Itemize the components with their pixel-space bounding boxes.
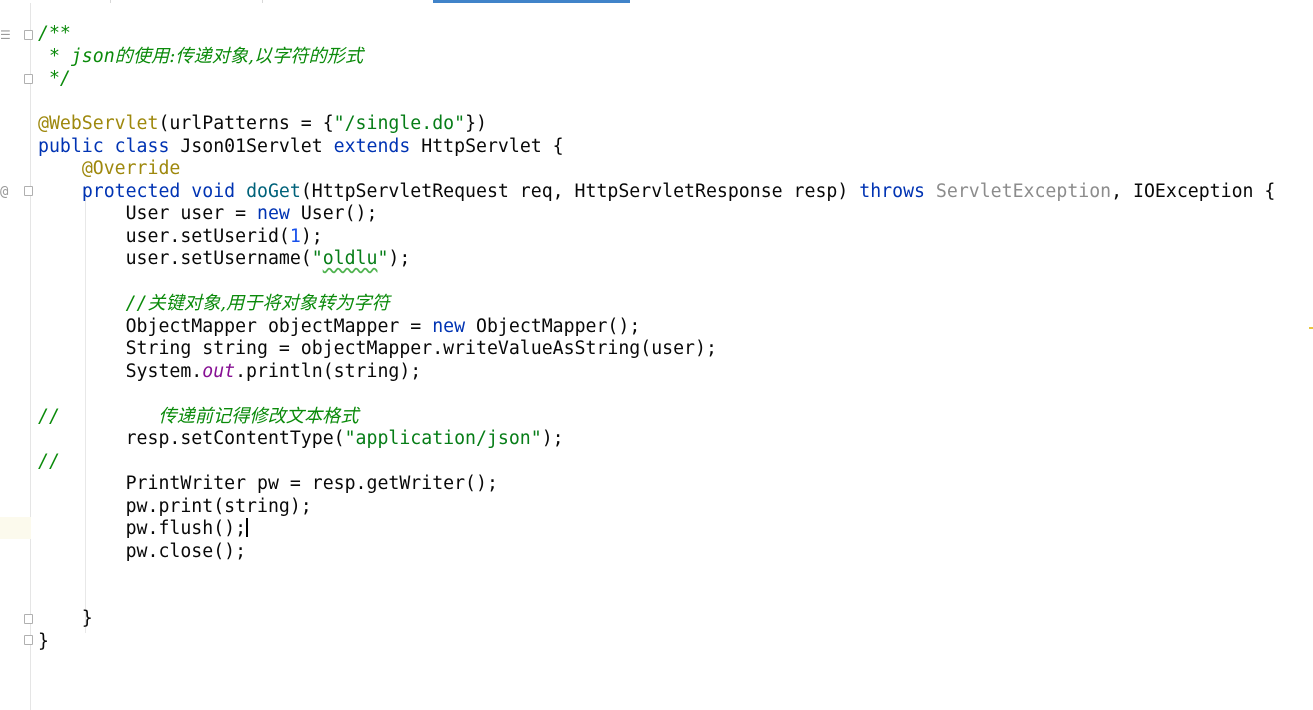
code-token: resp.setContentType( [38, 428, 345, 449]
code-token: public class [38, 135, 181, 157]
code-token: } [38, 608, 93, 629]
code-line[interactable]: // [38, 451, 1275, 474]
code-line[interactable]: } [38, 631, 1275, 654]
code-line[interactable]: user.setUserid(1); [38, 226, 1275, 249]
code-token: oldlu [322, 248, 378, 269]
fold-toggle-doc-comment[interactable] [24, 30, 33, 40]
code-token: System. [38, 360, 203, 382]
code-token: User user = [38, 203, 257, 224]
code-token: "application/json" [344, 428, 542, 449]
code-token: pw.flush(); [38, 518, 247, 539]
code-token: user.setUsername( [38, 248, 312, 269]
code-token: * json [38, 45, 115, 67]
code-token: HttpServlet { [421, 135, 564, 157]
code-line[interactable]: String string = objectMapper.writeValueA… [38, 338, 1275, 361]
code-line[interactable] [38, 563, 1275, 586]
code-token: ); [388, 248, 411, 269]
code-line[interactable]: @Override [38, 158, 1275, 181]
source-code[interactable]: /** * json的使用:传递对象,以字符的形式 */ @WebServlet… [38, 23, 1275, 653]
code-token: // [38, 405, 159, 427]
code-token: String string = objectMapper.writeValueA… [38, 338, 717, 359]
code-token: .println(string); [235, 360, 422, 382]
code-token: ); [541, 428, 564, 449]
code-token: user.setUserid( [38, 225, 290, 247]
code-token: out [202, 360, 236, 382]
code-token: ); [300, 225, 323, 247]
code-token: (urlPatterns = { [158, 113, 334, 134]
code-line[interactable]: * json的使用:传递对象,以字符的形式 [38, 46, 1275, 69]
code-line[interactable]: pw.close(); [38, 541, 1275, 564]
code-token: 传递前记得修改文本格式 [158, 405, 359, 427]
code-token: PrintWriter pw = resp.getWriter(); [38, 473, 498, 494]
fold-toggle-doc-comment-end[interactable] [24, 74, 33, 84]
code-token: 1 [289, 225, 301, 247]
code-token: new [257, 203, 301, 224]
structure-icon[interactable]: ☰ [0, 29, 11, 41]
code-line[interactable]: PrintWriter pw = resp.getWriter(); [38, 473, 1275, 496]
code-token: protected void [81, 180, 247, 202]
code-line[interactable]: } [38, 608, 1275, 631]
code-token: User(); [300, 203, 378, 224]
code-token: Json01Servlet [180, 135, 334, 157]
code-line[interactable] [38, 586, 1275, 609]
code-line[interactable]: // 传递前记得修改文本格式 [38, 406, 1275, 429]
code-token: /** [38, 23, 71, 44]
fold-toggle-class-end[interactable] [24, 635, 33, 645]
code-token: extends [333, 135, 422, 157]
text-caret [246, 518, 249, 537]
code-token: @WebServlet [38, 113, 159, 134]
code-line[interactable]: resp.setContentType("application/json"); [38, 428, 1275, 451]
code-token: new [432, 315, 477, 337]
code-token: pw.close(); [38, 540, 247, 562]
code-token: (HttpServletRequest req, HttpServletResp… [300, 180, 860, 202]
code-token: "/single.do" [333, 113, 466, 134]
code-token: @Override [81, 158, 181, 179]
code-line[interactable]: user.setUsername("oldlu"); [38, 248, 1275, 271]
code-token: ServletException [935, 180, 1112, 202]
code-token: */ [38, 68, 71, 89]
code-token: " [311, 248, 323, 269]
fold-toggle-method-end[interactable] [24, 614, 33, 624]
override-method-icon[interactable]: @ [0, 185, 8, 199]
code-token: , IOException { [1111, 180, 1276, 202]
code-token: throws [859, 180, 936, 202]
code-token: }) [465, 113, 487, 134]
code-token: } [38, 630, 49, 652]
code-token: // [125, 293, 148, 314]
code-line[interactable]: pw.flush(); [38, 518, 1275, 541]
code-line[interactable]: @WebServlet(urlPatterns = {"/single.do"}… [38, 113, 1275, 136]
code-line[interactable] [38, 383, 1275, 406]
editor-gutter[interactable]: ☰ @ [0, 3, 31, 710]
code-line[interactable]: protected void doGet(HttpServletRequest … [38, 180, 1276, 204]
code-token: ObjectMapper(); [476, 315, 641, 337]
warning-stripe-marker[interactable] [1309, 327, 1313, 329]
code-line[interactable] [38, 271, 1275, 294]
code-token: doGet [246, 180, 301, 202]
code-line[interactable]: pw.print(string); [38, 496, 1275, 519]
code-token: 关键对象,用于将对象转为字符 [147, 293, 390, 314]
code-token: 的使用:传递对象,以字符的形式 [114, 45, 364, 67]
fold-toggle-method[interactable] [24, 186, 33, 196]
code-line[interactable]: ObjectMapper objectMapper = new ObjectMa… [38, 316, 1275, 339]
code-line[interactable]: User user = new User(); [38, 203, 1275, 226]
code-line[interactable]: public class Json01Servlet extends HttpS… [38, 136, 1275, 159]
code-line[interactable]: //关键对象,用于将对象转为字符 [38, 293, 1275, 316]
code-token: " [377, 248, 389, 269]
code-line[interactable] [38, 91, 1275, 114]
code-line[interactable]: */ [38, 68, 1275, 91]
code-token: // [38, 450, 60, 472]
code-line[interactable]: /** [38, 23, 1275, 46]
code-token: pw.print(string); [38, 495, 312, 517]
code-token: ObjectMapper objectMapper = [38, 315, 433, 337]
code-line[interactable]: System.out.println(string); [38, 361, 1275, 384]
